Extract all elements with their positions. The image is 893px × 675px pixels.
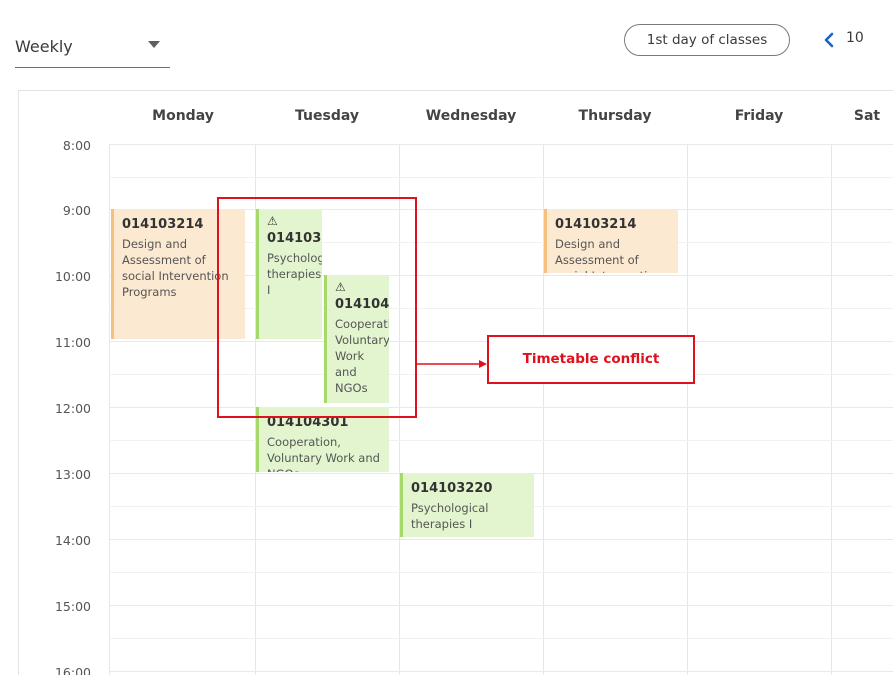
column-divider bbox=[831, 144, 832, 675]
half-hour-line bbox=[109, 638, 893, 639]
chevron-down-icon bbox=[148, 41, 160, 48]
time-label: 9:00 bbox=[62, 203, 91, 218]
half-hour-line bbox=[109, 440, 893, 441]
column-divider bbox=[109, 144, 110, 675]
hour-line bbox=[109, 407, 893, 408]
event-wednesday-psychological-therapies[interactable]: 014103220 Psychological therapies I bbox=[400, 473, 534, 537]
day-header-wednesday: Wednesday bbox=[425, 108, 517, 124]
event-title: Psychological therapies I bbox=[411, 501, 489, 531]
day-header-thursday: Thursday bbox=[578, 108, 652, 124]
event-code: 014103214 bbox=[555, 217, 637, 232]
event-code: 014103220 bbox=[267, 231, 322, 246]
event-thursday-design-assessment[interactable]: 014103214 Design and Assessment of socia… bbox=[544, 209, 678, 273]
weekly-calendar: Monday Tuesday Wednesday Thursday Friday… bbox=[18, 90, 893, 675]
event-code: 014103220 bbox=[411, 481, 493, 496]
event-code: 014103214 bbox=[122, 217, 204, 232]
event-monday-design-assessment[interactable]: 014103214 Design and Assessment of socia… bbox=[111, 209, 245, 339]
time-label: 11:00 bbox=[54, 335, 91, 350]
first-day-of-classes-button[interactable]: 1st day of classes bbox=[624, 24, 790, 56]
time-label: 8:00 bbox=[62, 138, 91, 153]
event-title: Psychological therapies I bbox=[267, 251, 322, 297]
hour-line bbox=[109, 671, 893, 672]
time-label: 14:00 bbox=[54, 533, 91, 548]
timetable-conflict-callout: Timetable conflict bbox=[487, 335, 695, 384]
event-title: Cooperation, Voluntary Work and NGOs bbox=[267, 435, 380, 472]
event-code: 014104301 bbox=[335, 297, 389, 312]
warning-icon: ⚠ bbox=[267, 214, 278, 228]
column-divider bbox=[687, 144, 688, 675]
event-tuesday-cooperation-conflict[interactable]: ⚠ 014104301 Cooperation, Voluntary Work … bbox=[324, 275, 389, 403]
event-title: Design and Assessment of social Interven… bbox=[555, 237, 662, 273]
day-header-friday: Friday bbox=[734, 108, 784, 124]
time-label: 10:00 bbox=[54, 269, 91, 284]
time-label: 16:00 bbox=[54, 665, 91, 675]
view-select-dropdown[interactable]: Weekly bbox=[15, 26, 170, 68]
previous-week-button[interactable] bbox=[819, 26, 839, 54]
hour-line bbox=[109, 605, 893, 606]
column-divider bbox=[399, 144, 400, 675]
half-hour-line bbox=[109, 572, 893, 573]
time-label: 13:00 bbox=[54, 467, 91, 482]
hour-line bbox=[109, 144, 893, 145]
event-tuesday-psychological-therapies[interactable]: ⚠ 014103220 Psychological therapies I bbox=[256, 209, 322, 339]
warning-icon: ⚠ bbox=[335, 280, 346, 294]
time-label: 12:00 bbox=[54, 401, 91, 416]
event-code: 014104301 bbox=[267, 415, 349, 430]
hour-line bbox=[109, 539, 893, 540]
day-header-saturday: Sat bbox=[853, 108, 881, 124]
day-header-tuesday: Tuesday bbox=[295, 108, 359, 124]
date-range-label: 10 bbox=[846, 30, 864, 46]
event-tuesday-cooperation[interactable]: 014104301 Cooperation, Voluntary Work an… bbox=[256, 407, 389, 472]
time-label: 15:00 bbox=[54, 599, 91, 614]
event-title: Cooperation, Voluntary Work and NGOs bbox=[335, 317, 389, 395]
half-hour-line bbox=[109, 177, 893, 178]
chevron-left-icon bbox=[824, 32, 834, 48]
event-title: Design and Assessment of social Interven… bbox=[122, 237, 229, 299]
day-header-monday: Monday bbox=[152, 108, 214, 124]
view-select-value: Weekly bbox=[15, 37, 73, 56]
